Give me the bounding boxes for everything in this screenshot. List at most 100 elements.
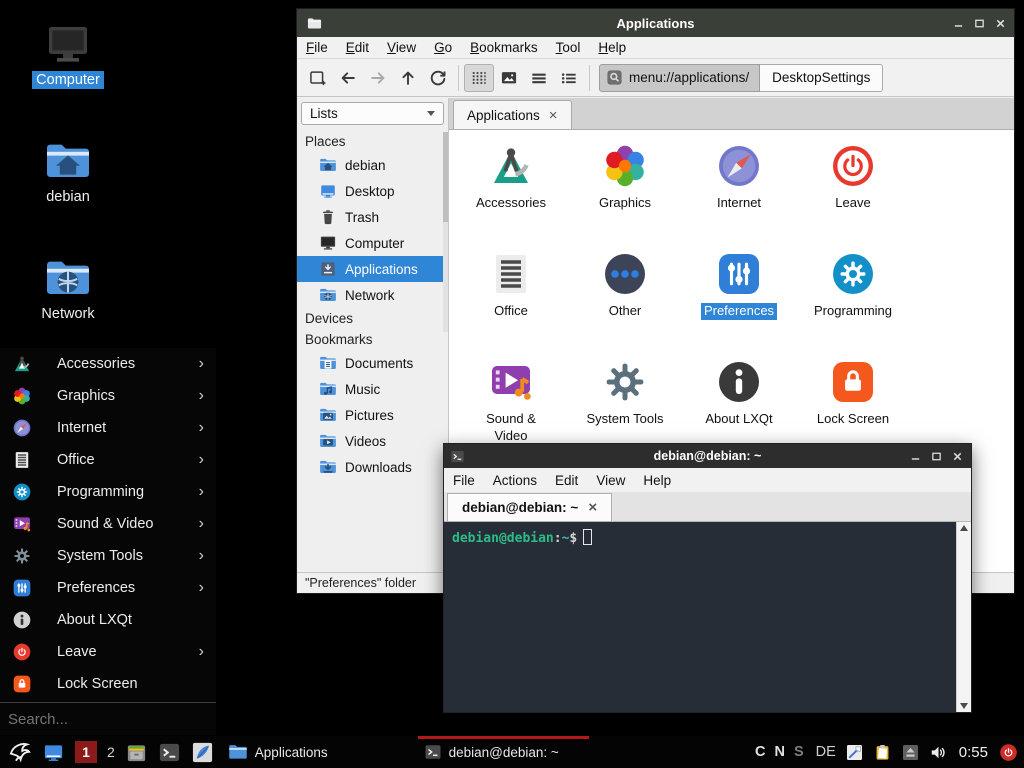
tab-applications[interactable]: Applications ×: [453, 100, 572, 129]
app-item-sound-video[interactable]: Sound & Video: [454, 350, 568, 454]
app-item-accessories[interactable]: Accessories: [454, 134, 568, 238]
menu-edit[interactable]: Edit: [337, 40, 378, 55]
app-item-internet[interactable]: Internet: [682, 134, 796, 238]
close-icon[interactable]: [995, 18, 1006, 29]
file-manager-launcher[interactable]: [125, 741, 148, 764]
menu-file[interactable]: File: [444, 473, 484, 488]
sidebar-item-label: debian: [345, 158, 386, 173]
volume-icon[interactable]: [929, 743, 948, 762]
detailed-view-button[interactable]: [554, 64, 584, 92]
menu-tool[interactable]: Tool: [547, 40, 590, 55]
menu-help[interactable]: Help: [589, 40, 635, 55]
app-item-office[interactable]: Office: [454, 242, 568, 346]
task-terminal[interactable]: debian@debian: ~: [424, 736, 559, 768]
keyboard-layout-indicator[interactable]: DE: [816, 744, 836, 760]
sidebar-item-computer[interactable]: Computer: [297, 230, 448, 256]
toolbar-separator: [589, 65, 590, 91]
clock[interactable]: 0:55: [959, 744, 988, 761]
workspace-2-button[interactable]: 2: [107, 744, 115, 760]
app-item-preferences[interactable]: Preferences: [682, 242, 796, 346]
sidebar-item-trash[interactable]: Trash: [297, 204, 448, 230]
thumbnail-view-button[interactable]: [494, 64, 524, 92]
menu-view[interactable]: View: [587, 473, 634, 488]
close-icon[interactable]: [952, 451, 963, 462]
main-menu-button[interactable]: [6, 739, 32, 765]
terminal-launcher[interactable]: [158, 741, 181, 764]
app-item-graphics[interactable]: Graphics: [568, 134, 682, 238]
sidebar-mode-select[interactable]: Lists: [301, 102, 444, 125]
menu-edit[interactable]: Edit: [546, 473, 587, 488]
menu-item-about-lxqt[interactable]: About LXQt: [0, 604, 216, 636]
menu-item-system-tools[interactable]: System Tools ›: [0, 540, 216, 572]
terminal-scrollbar[interactable]: [956, 522, 971, 712]
menu-actions[interactable]: Actions: [484, 473, 546, 488]
computer-icon: [44, 20, 92, 68]
menu-item-sound-video[interactable]: Sound & Video ›: [0, 508, 216, 540]
menu-help[interactable]: Help: [634, 473, 680, 488]
menu-item-leave[interactable]: Leave ›: [0, 636, 216, 668]
new-tab-button[interactable]: [303, 64, 333, 92]
app-item-lock-screen[interactable]: Lock Screen: [796, 350, 910, 454]
menu-bookmarks[interactable]: Bookmarks: [461, 40, 547, 55]
screenshot-tool-icon[interactable]: [845, 743, 864, 762]
show-desktop-button[interactable]: [42, 741, 65, 764]
terminal-screen[interactable]: debian@debian:~$: [444, 522, 971, 712]
up-button[interactable]: [393, 64, 423, 92]
minimize-icon[interactable]: [910, 451, 921, 462]
menu-file[interactable]: File: [297, 40, 337, 55]
app-item-about-lxqt[interactable]: About LXQt: [682, 350, 796, 454]
menu-item-accessories[interactable]: Accessories ›: [0, 348, 216, 380]
minimize-icon[interactable]: [953, 18, 964, 29]
menu-go[interactable]: Go: [425, 40, 461, 55]
task-applications[interactable]: Applications: [228, 736, 328, 768]
maximize-icon[interactable]: [974, 18, 985, 29]
path-location-button[interactable]: menu://applications/: [599, 64, 760, 92]
eject-removable-media-icon[interactable]: [901, 743, 920, 762]
maximize-icon[interactable]: [931, 451, 942, 462]
sidebar-item-label: Pictures: [345, 408, 394, 423]
path-segment-button[interactable]: DesktopSettings: [760, 64, 883, 92]
menu-item-internet[interactable]: Internet ›: [0, 412, 216, 444]
submenu-arrow-icon: ›: [199, 548, 204, 564]
tab-close-icon[interactable]: ×: [588, 500, 597, 515]
menu-item-graphics[interactable]: Graphics ›: [0, 380, 216, 412]
fm-titlebar[interactable]: Applications: [297, 9, 1014, 37]
scroll-up-icon[interactable]: [960, 525, 968, 531]
sidebar-item-desktop[interactable]: Desktop: [297, 178, 448, 204]
forward-button[interactable]: [363, 64, 393, 92]
sidebar-item-music[interactable]: Music: [297, 376, 448, 402]
scroll-down-icon[interactable]: [960, 703, 968, 709]
menu-view[interactable]: View: [378, 40, 425, 55]
terminal-titlebar[interactable]: debian@debian: ~: [444, 444, 971, 468]
clipboard-icon[interactable]: [873, 743, 892, 762]
menu-item-lock-screen[interactable]: Lock Screen: [0, 668, 216, 700]
app-item-leave[interactable]: Leave: [796, 134, 910, 238]
menu-item-programming[interactable]: Programming ›: [0, 476, 216, 508]
search-input[interactable]: [0, 711, 216, 728]
sidebar-item-network[interactable]: Network: [297, 282, 448, 308]
workspace-1-button[interactable]: 1: [75, 741, 97, 763]
sidebar-item-documents[interactable]: Documents: [297, 350, 448, 376]
terminal-tab[interactable]: debian@debian: ~ ×: [447, 493, 612, 521]
sidebar-item-videos[interactable]: Videos: [297, 428, 448, 454]
app-item-other[interactable]: Other: [568, 242, 682, 346]
menu-item-office[interactable]: Office ›: [0, 444, 216, 476]
compact-view-button[interactable]: [524, 64, 554, 92]
featherpad-launcher[interactable]: [191, 741, 214, 764]
sidebar-scrollbar[interactable]: [443, 132, 448, 332]
icon-view-button[interactable]: [464, 64, 494, 92]
sidebar-item-pictures[interactable]: Pictures: [297, 402, 448, 428]
desktop-icon-computer[interactable]: Computer: [20, 20, 116, 89]
sidebar-item-applications[interactable]: Applications: [297, 256, 448, 282]
menu-item-preferences[interactable]: Preferences ›: [0, 572, 216, 604]
reload-button[interactable]: [423, 64, 453, 92]
app-item-programming[interactable]: Programming: [796, 242, 910, 346]
tab-close-icon[interactable]: ×: [549, 108, 558, 123]
desktop-icon-debian[interactable]: debian: [20, 137, 116, 206]
desktop-icon-network[interactable]: Network: [20, 254, 116, 323]
back-button[interactable]: [333, 64, 363, 92]
sidebar-item-downloads[interactable]: Downloads: [297, 454, 448, 480]
sidebar-item-debian[interactable]: debian: [297, 152, 448, 178]
app-item-system-tools[interactable]: System Tools: [568, 350, 682, 454]
power-button[interactable]: [999, 743, 1018, 762]
